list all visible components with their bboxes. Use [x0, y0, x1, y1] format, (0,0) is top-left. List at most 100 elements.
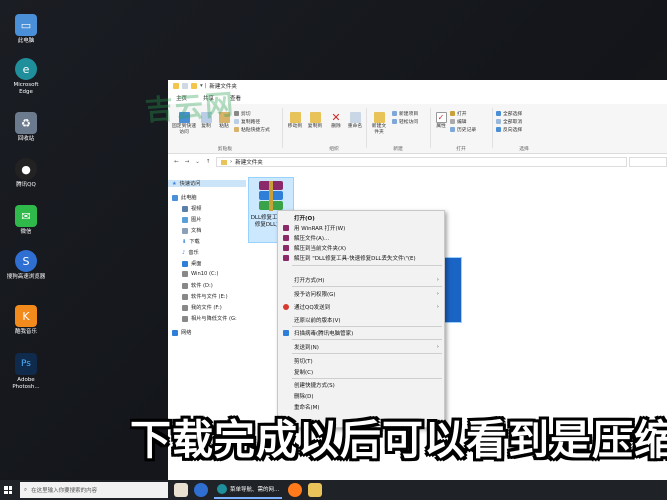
breadcrumb[interactable]: 新建文件夹	[235, 158, 263, 166]
invert-selection-icon	[496, 127, 501, 132]
document-icon	[182, 227, 188, 234]
submenu-arrow-icon: ›	[436, 343, 439, 350]
menu-item-extract-here[interactable]: 解压到当前文件夹(X)	[278, 243, 444, 252]
desktop-icon-recycle-bin[interactable]: ♻ 回收站	[6, 112, 46, 143]
recent-dropdown-icon[interactable]: ⌄	[195, 159, 200, 165]
desktop-icon-edge[interactable]: e Microsoft Edge	[6, 58, 46, 96]
invert-selection-button[interactable]: 反向选择	[496, 126, 522, 133]
copy-path-button[interactable]: 复制路径	[234, 118, 260, 125]
nav-drive-e[interactable]: 软件与文件 (E:)	[182, 293, 228, 300]
ribbon-divider	[366, 108, 367, 148]
up-arrow-icon[interactable]: ↑	[206, 159, 211, 165]
paste-shortcut-button[interactable]: 粘贴快捷方式	[234, 126, 270, 133]
move-to-button[interactable]: 移动到	[286, 112, 304, 130]
search-box[interactable]	[629, 157, 667, 167]
taskbar-active-window[interactable]: 菜单导航、需的网...	[214, 481, 283, 499]
nav-documents[interactable]: 文档	[182, 227, 201, 234]
nav-network[interactable]: 网络	[172, 329, 191, 336]
menu-item-extract-files[interactable]: 解压文件(A)...	[278, 233, 444, 242]
select-caption: 选择	[519, 147, 529, 152]
delete-button[interactable]: ✕ 删除	[328, 112, 344, 130]
nav-videos[interactable]: 视频	[182, 205, 201, 212]
menu-item-copy[interactable]: 复制(C)	[278, 367, 444, 376]
nav-drive-f[interactable]: 我的文件 (F:)	[182, 304, 222, 311]
nav-drive-d[interactable]: 软件 (D:)	[182, 282, 213, 289]
open-button[interactable]: 打开	[450, 110, 467, 117]
properties-check-icon: ✓	[435, 112, 447, 123]
menu-item-open[interactable]: 打开(O)	[278, 213, 444, 222]
paste-shortcut-icon	[234, 127, 239, 132]
nav-music[interactable]: ♪ 音乐	[182, 249, 199, 257]
menu-separator	[292, 286, 442, 287]
sogou-browser-icon[interactable]	[194, 483, 208, 497]
menu-separator	[292, 326, 442, 327]
nav-quick-access[interactable]: ★ 快速访问	[168, 180, 246, 187]
drive-icon	[182, 282, 188, 289]
copy-to-button[interactable]: 复制到	[306, 112, 324, 130]
rename-button[interactable]: 重命名	[346, 112, 364, 130]
nav-desktop[interactable]: 桌面	[182, 260, 201, 267]
menu-item-scan-virus[interactable]: 扫描病毒(腾讯电脑管家)	[278, 328, 444, 337]
cut-button[interactable]: 剪切	[234, 110, 251, 117]
menu-item-give-access[interactable]: 授予访问权限(G) ›	[278, 289, 444, 298]
drive-icon	[182, 293, 188, 300]
download-icon: ⬇	[182, 238, 187, 245]
address-bar[interactable]: › 新建文件夹	[216, 157, 627, 167]
watermark: 吉云网	[144, 87, 237, 128]
network-icon	[172, 329, 178, 336]
drive-icon	[182, 271, 188, 277]
menu-item-create-shortcut[interactable]: 创建快捷方式(S)	[278, 380, 444, 389]
desktop-icon-label: 搜狗高速浏览器	[6, 274, 46, 280]
menu-item-delete[interactable]: 删除(D)	[278, 391, 444, 400]
taskbar: ⌕ 在这里输入你要搜索的内容 菜单导航、需的网...	[0, 480, 667, 500]
menu-item-cut[interactable]: 剪切(T)	[278, 356, 444, 365]
firefox-icon[interactable]	[288, 483, 303, 497]
nav-this-pc[interactable]: 此电脑	[172, 194, 197, 201]
menu-item-send-to[interactable]: 发送到(N) ›	[278, 342, 444, 351]
nav-pictures[interactable]: 图片	[182, 216, 201, 223]
desktop-icon-label: Adobe Photosh...	[12, 377, 40, 390]
open-group: ✓ 属性 打开 编辑 历史记录 打开	[432, 106, 490, 152]
qq-penguin-icon: ●	[15, 158, 37, 180]
new-folder-button[interactable]: 新建文件夹	[370, 112, 388, 136]
select-none-button[interactable]: 全部取消	[496, 118, 522, 125]
search-placeholder: 在这里输入你要搜索的内容	[31, 488, 98, 494]
desktop-icon-wechat[interactable]: ✉ 微信	[6, 205, 46, 236]
properties-button[interactable]: ✓ 属性	[434, 112, 448, 130]
back-arrow-icon[interactable]: ←	[174, 159, 179, 165]
new-folder-icon	[373, 112, 385, 123]
menu-item-open-with-winrar[interactable]: 用 WinRAR 打开(W)	[278, 223, 444, 232]
submenu-arrow-icon: ›	[436, 290, 439, 297]
winrar-icon	[283, 254, 289, 261]
desktop-icon-label: 腾讯QQ	[16, 182, 36, 188]
nav-drive-c[interactable]: Win10 (C:)	[182, 271, 218, 277]
edit-button[interactable]: 编辑	[450, 118, 467, 125]
desktop-icon-qq[interactable]: ● 腾讯QQ	[6, 158, 46, 189]
menu-item-open-with[interactable]: 打开方式(H) ›	[278, 275, 444, 284]
taskbar-search[interactable]: ⌕ 在这里输入你要搜索的内容	[20, 482, 168, 498]
sogou-browser-icon: S	[15, 250, 37, 272]
select-all-button[interactable]: 全部选择	[496, 110, 522, 117]
desktop-icon-sogou[interactable]: S 搜狗高速浏览器	[6, 250, 46, 281]
start-button[interactable]	[0, 480, 16, 500]
taskbar-app-icon[interactable]	[174, 483, 188, 497]
menu-item-send-via-qq[interactable]: 通过QQ发送到 ›	[278, 302, 444, 311]
file-explorer-icon[interactable]	[308, 483, 323, 497]
history-icon	[450, 127, 455, 132]
menu-item-restore-versions[interactable]: 还原以前的版本(V)	[278, 315, 444, 324]
new-item-button[interactable]: 新建项目	[392, 110, 418, 117]
nav-downloads[interactable]: ⬇ 下载	[182, 238, 200, 246]
desktop-icon-kuwo[interactable]: K 酷我音乐	[6, 305, 46, 336]
desktop-icon-photoshop[interactable]: Ps Adobe Photosh...	[6, 353, 46, 391]
desktop-icon-this-pc[interactable]: ▭ 此电脑	[6, 14, 46, 45]
winrar-icon	[283, 234, 289, 241]
desktop-icon-label: 微信	[20, 229, 32, 235]
history-button[interactable]: 历史记录	[450, 126, 476, 133]
forward-arrow-icon[interactable]: →	[185, 159, 190, 165]
easy-access-icon	[392, 119, 397, 124]
easy-access-button[interactable]: 轻松访问	[392, 118, 418, 125]
menu-item-extract-to-folder[interactable]: 解压到 "DLL修复工具-快速修复DLL丢失文件\"(E)	[278, 253, 444, 262]
nav-drive-g[interactable]: 相片与降低文件 (G:	[182, 315, 237, 322]
computer-icon: ▭	[15, 14, 37, 36]
ribbon-divider	[282, 108, 283, 148]
